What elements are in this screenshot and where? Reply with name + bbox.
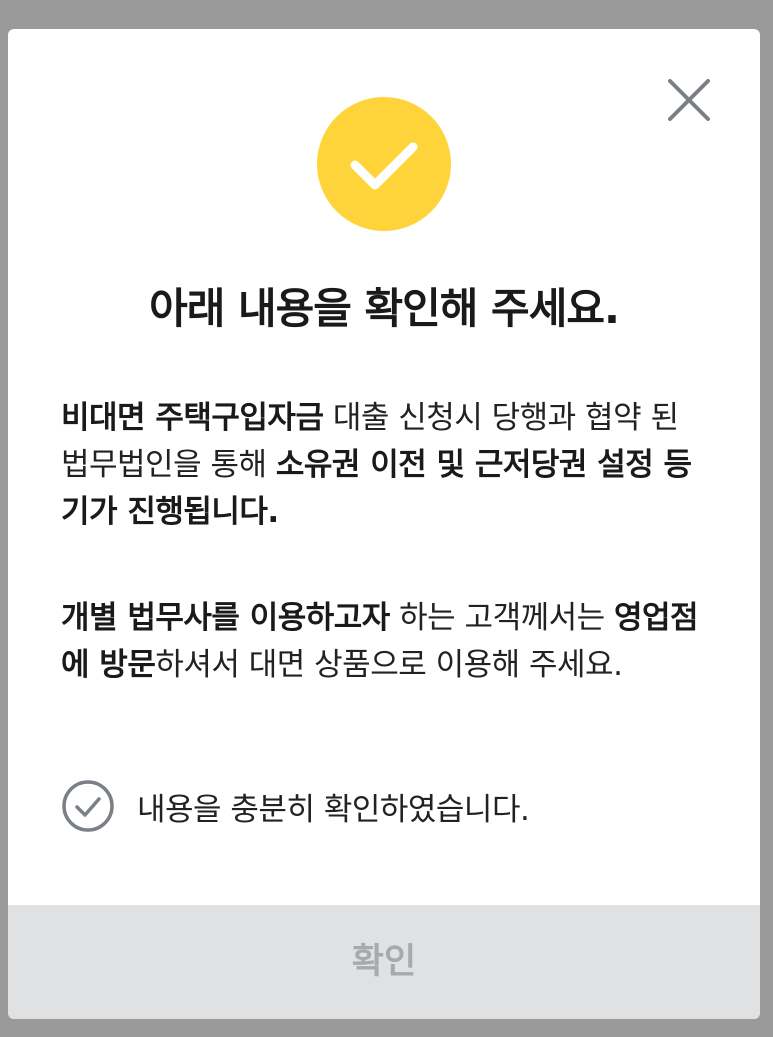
- check-circle-icon: [62, 780, 114, 832]
- info-bold-text: 비대면 주택구입자금: [61, 400, 324, 436]
- info-bold-text: 개별 법무사를 이용하고자: [61, 600, 390, 636]
- success-badge: [317, 97, 451, 231]
- confirm-button[interactable]: 확인: [8, 905, 760, 1019]
- close-button[interactable]: [664, 75, 714, 125]
- modal-title: 아래 내용을 확인해 주세요.: [149, 284, 620, 333]
- confirmation-modal: 아래 내용을 확인해 주세요. 비대면 주택구입자금 대출 신청시 당행과 협약…: [8, 29, 760, 1019]
- agree-label: 내용을 충분히 확인하였습니다.: [137, 791, 530, 828]
- info-paragraph-1: 비대면 주택구입자금 대출 신청시 당행과 협약 된 법무법인을 통해 소유권 …: [61, 395, 711, 536]
- agree-checkbox[interactable]: 내용을 충분히 확인하였습니다.: [61, 779, 530, 833]
- info-text: 하셔서 대면 상품으로 이용해 주세요.: [155, 647, 623, 683]
- close-icon: [668, 79, 710, 121]
- info-paragraph-2: 개별 법무사를 이용하고자 하는 고객께서는 영업점에 방문하셔서 대면 상품으…: [61, 595, 711, 689]
- info-text: 하는 고객께서는: [389, 600, 615, 636]
- check-icon: [350, 142, 418, 190]
